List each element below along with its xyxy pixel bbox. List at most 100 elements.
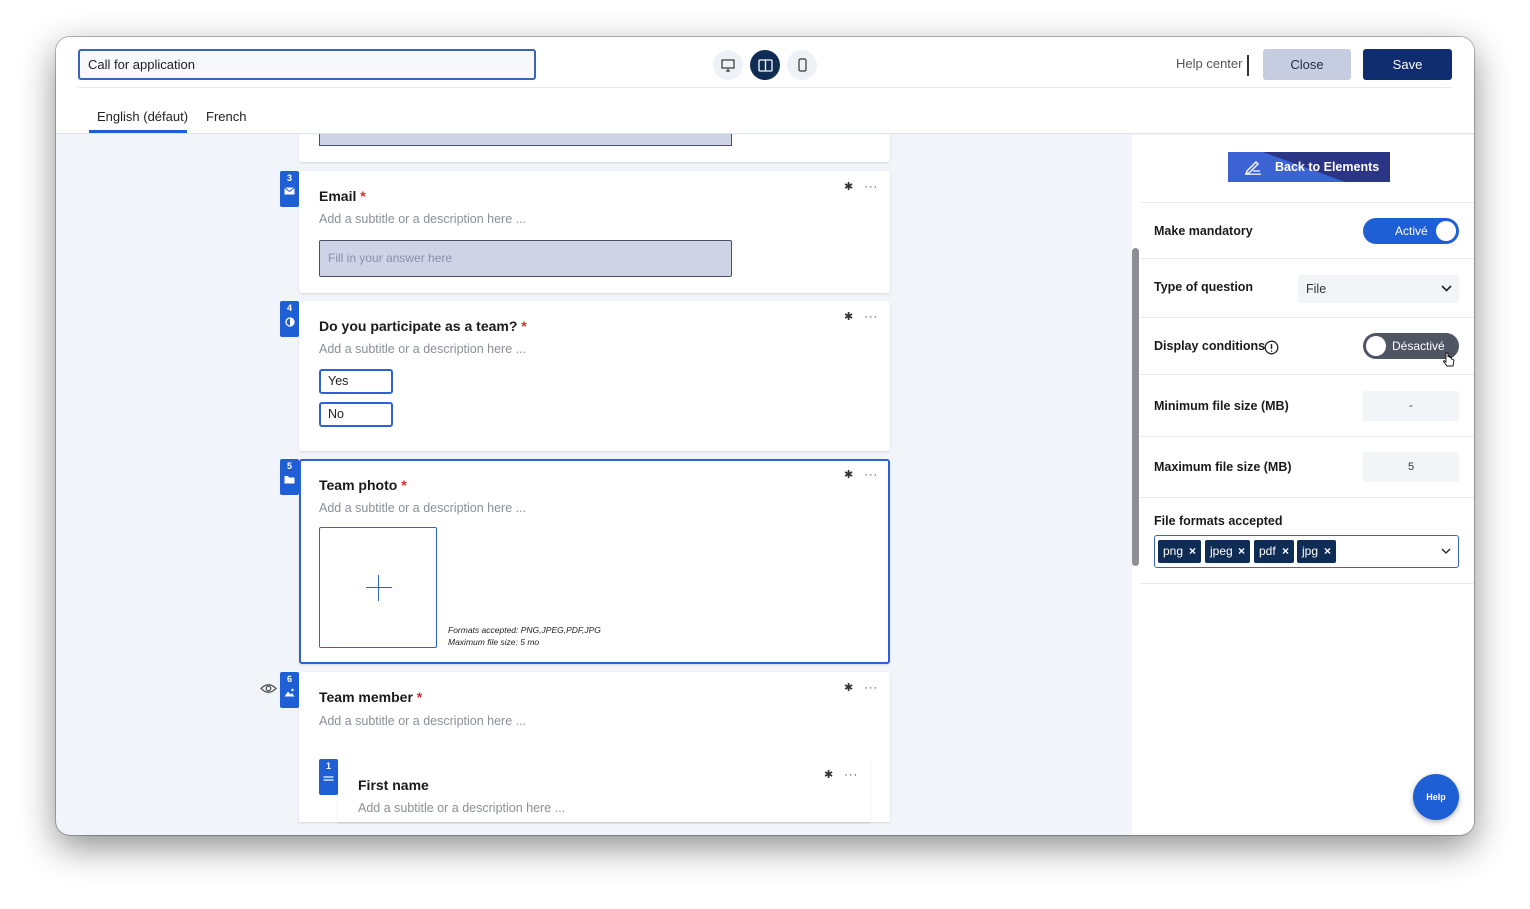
folder-icon (284, 476, 295, 484)
desktop-view-button[interactable] (713, 50, 743, 80)
type-select[interactable]: File (1298, 275, 1459, 303)
question-number-badge: 6 (280, 672, 299, 708)
chevron-down-icon (1441, 285, 1452, 292)
file-formats-multiselect[interactable]: png × jpeg × pdf × jpg × (1154, 535, 1459, 568)
question-title[interactable]: Team photo * (319, 477, 407, 493)
remove-chip-icon[interactable]: × (1324, 540, 1331, 563)
tab-english[interactable]: English (défaut) (97, 109, 188, 124)
row-display-conditions: Display conditions Désactivé (1140, 318, 1474, 375)
question-subtitle[interactable]: Add a subtitle or a description here ... (319, 342, 526, 356)
question-toolbar: ✱ ··· (844, 310, 878, 323)
question-title[interactable]: Do you participate as a team? * (319, 318, 527, 334)
question-card-team[interactable]: Do you participate as a team? * Add a su… (299, 301, 890, 451)
chevron-down-icon (1441, 548, 1451, 554)
question-number-badge: 5 (280, 459, 299, 495)
max-size-input[interactable]: 5 (1363, 452, 1459, 482)
eye-icon[interactable] (260, 683, 277, 694)
cursor-pointer-icon (1443, 352, 1455, 367)
row-max-file-size: Maximum file size (MB) 5 (1140, 437, 1474, 498)
toggle-state-text: Désactivé (1392, 339, 1445, 353)
remove-chip-icon[interactable]: × (1238, 540, 1245, 563)
mandatory-label: Make mandatory (1154, 224, 1253, 238)
gear-icon[interactable]: ✱ (844, 181, 854, 193)
sub-question-card-first-name[interactable]: First name Add a subtitle or a descripti… (338, 759, 870, 822)
toggle-knob (1366, 336, 1386, 356)
format-chip[interactable]: jpeg × (1205, 540, 1250, 563)
question-title[interactable]: Team member * (319, 689, 422, 705)
mobile-view-button[interactable] (787, 50, 817, 80)
panel-scrollbar[interactable] (1132, 248, 1139, 566)
help-center-link[interactable]: Help center (1176, 56, 1242, 71)
desktop-icon (721, 58, 735, 72)
help-button[interactable]: Help (1413, 774, 1459, 820)
envelope-icon (284, 187, 295, 195)
form-builder-window: Call for application Help center Close S… (56, 37, 1474, 835)
back-to-elements-label: Back to Elements (1275, 160, 1380, 174)
gear-icon[interactable]: ✱ (844, 311, 854, 323)
remove-chip-icon[interactable]: × (1189, 540, 1196, 563)
top-bar: Call for application Help center Close S… (56, 37, 1474, 134)
save-button[interactable]: Save (1363, 49, 1452, 80)
question-toolbar: ✱ ··· (844, 180, 878, 193)
answer-field[interactable] (319, 134, 732, 146)
type-label: Type of question (1154, 280, 1254, 294)
question-card-email[interactable]: Email * Add a subtitle or a description … (299, 171, 890, 293)
question-card-previous[interactable] (299, 134, 890, 162)
mobile-icon (797, 58, 807, 72)
question-title[interactable]: Email * (319, 188, 366, 204)
formats-label: File formats accepted (1154, 514, 1283, 528)
question-toolbar: ✱ ··· (824, 768, 858, 781)
max-size-label: Maximum file size (MB) (1154, 460, 1292, 474)
question-subtitle[interactable]: Add a subtitle or a description here ... (358, 801, 565, 815)
option-no[interactable]: No (319, 402, 393, 427)
more-icon[interactable]: ··· (864, 469, 878, 481)
row-make-mandatory: Make mandatory Activé (1140, 202, 1474, 259)
format-chip[interactable]: png × (1158, 540, 1201, 563)
gear-icon[interactable]: ✱ (824, 769, 834, 781)
question-card-team-photo[interactable]: Team photo * Add a subtitle or a descrip… (299, 459, 890, 664)
conditions-label: Display conditions (1154, 339, 1266, 353)
edit-icon (1244, 161, 1261, 175)
question-number-badge: 4 (280, 301, 299, 337)
short-text-icon (323, 776, 334, 781)
question-card-team-member[interactable]: Team member * Add a subtitle or a descri… (299, 672, 890, 822)
more-icon[interactable]: ··· (864, 311, 878, 323)
gear-icon[interactable]: ✱ (844, 682, 854, 694)
option-yes[interactable]: Yes (319, 369, 393, 394)
close-button[interactable]: Close (1263, 49, 1351, 80)
info-icon[interactable] (1264, 340, 1279, 355)
file-upload-dropzone[interactable] (319, 527, 437, 648)
mandatory-toggle[interactable]: Activé (1363, 218, 1459, 244)
toggle-knob (1436, 221, 1456, 241)
header-separator (1247, 55, 1249, 76)
min-size-input[interactable]: - (1363, 391, 1459, 421)
answer-field[interactable]: Fill in your answer here (319, 240, 732, 277)
gear-icon[interactable]: ✱ (844, 469, 854, 481)
question-subtitle[interactable]: Add a subtitle or a description here ... (319, 714, 526, 728)
image-icon (284, 688, 295, 697)
more-icon[interactable]: ··· (864, 682, 878, 694)
question-subtitle[interactable]: Add a subtitle or a description here ... (319, 501, 526, 515)
back-to-elements-button[interactable]: Back to Elements (1228, 152, 1390, 182)
form-title-input[interactable]: Call for application (78, 49, 536, 80)
split-view-button[interactable] (750, 50, 780, 80)
format-chip[interactable]: jpg × (1297, 540, 1336, 563)
more-icon[interactable]: ··· (844, 769, 858, 781)
remove-chip-icon[interactable]: × (1282, 540, 1289, 563)
header-divider (78, 87, 1452, 88)
row-file-formats: File formats accepted png × jpeg × pdf × jp… (1140, 498, 1474, 584)
question-number-badge: 3 (280, 171, 299, 207)
more-icon[interactable]: ··· (864, 181, 878, 193)
question-toolbar: ✱ ··· (844, 681, 878, 694)
question-title[interactable]: First name (358, 777, 429, 793)
question-settings-panel: Back to Elements Make mandatory Activé T… (1132, 135, 1474, 835)
question-subtitle[interactable]: Add a subtitle or a description here ... (319, 212, 526, 226)
format-chip[interactable]: pdf × (1254, 540, 1294, 563)
toggle-state-text: Activé (1395, 224, 1428, 238)
tab-french[interactable]: French (206, 109, 246, 124)
upload-constraints-note: Formats accepted: PNG,JPEG,PDF,JPG Maxim… (448, 625, 601, 647)
row-type-of-question: Type of question File (1140, 259, 1474, 318)
half-circle-icon (284, 317, 295, 327)
sub-question-number-badge: 1 (319, 759, 338, 795)
min-size-label: Minimum file size (MB) (1154, 399, 1289, 413)
